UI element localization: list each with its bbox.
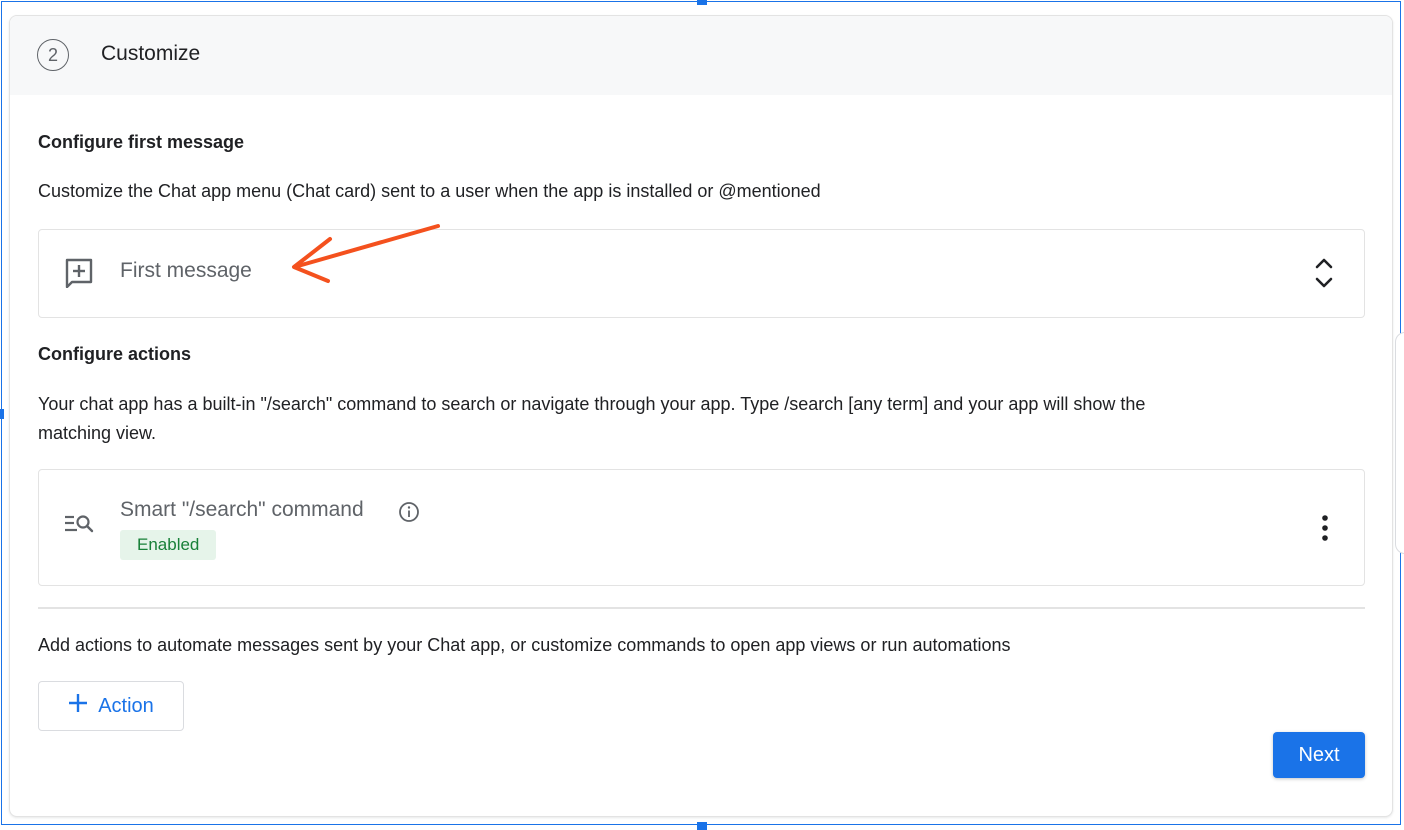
actions-description-line2: matching view. [38, 423, 157, 443]
manage-search-icon [63, 512, 95, 541]
plus-icon [68, 693, 88, 719]
more-vert-icon[interactable] [1314, 514, 1336, 547]
first-message-label: First message [120, 259, 252, 282]
status-badge: Enabled [120, 530, 217, 560]
customize-card: 2 Customize Configure first message Cust… [9, 15, 1393, 817]
annotation-arrow [292, 224, 440, 283]
section-divider [38, 607, 1365, 609]
side-panel-tab[interactable] [1395, 332, 1404, 554]
add-action-button[interactable]: Action [38, 681, 184, 731]
step-number: 2 [37, 39, 69, 71]
resize-handle-left[interactable] [0, 409, 4, 419]
step-title: Customize [101, 42, 201, 65]
configure-actions-heading: Configure actions [38, 344, 192, 364]
resize-handle-top[interactable] [697, 0, 707, 5]
step-header[interactable]: 2 Customize [10, 16, 1392, 95]
info-icon[interactable] [398, 501, 420, 528]
search-command-label: Smart "/search" command [120, 498, 364, 521]
resize-handle-bottom[interactable] [697, 822, 707, 830]
add-action-label: Action [98, 694, 154, 717]
add-actions-description: Add actions to automate messages sent by… [38, 635, 1011, 655]
configure-first-message-heading: Configure first message [38, 132, 245, 152]
unfold-more-icon[interactable] [1314, 255, 1334, 296]
add-comment-icon [63, 256, 95, 293]
search-command-panel[interactable]: Smart "/search" command Enabled [38, 469, 1365, 586]
actions-description-line1: Your chat app has a built-in "/search" c… [38, 394, 1146, 414]
first-message-description: Customize the Chat app menu (Chat card) … [38, 181, 821, 201]
next-button[interactable]: Next [1273, 732, 1365, 778]
first-message-panel[interactable]: First message [38, 229, 1365, 318]
